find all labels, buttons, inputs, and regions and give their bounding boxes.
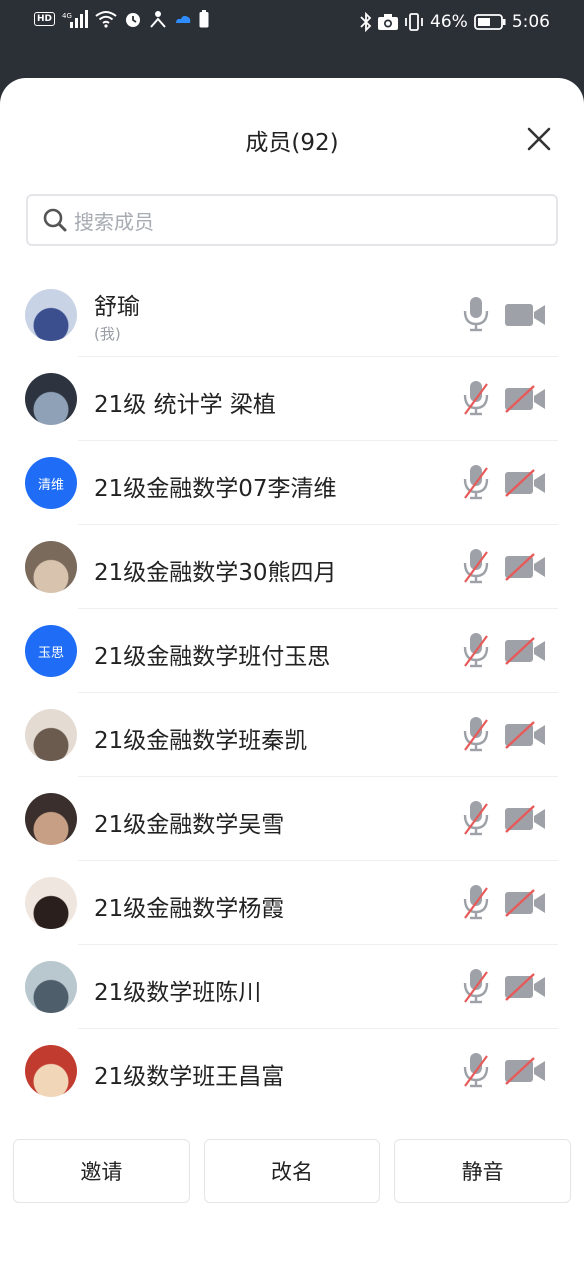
member-name: 21级 统计学 梁植 (94, 392, 276, 418)
member-row[interactable]: 清维 21级金融数学07李清维 (0, 441, 584, 525)
member-row[interactable]: 21级 统计学 梁植 (0, 357, 584, 441)
avatar (25, 1045, 77, 1097)
member-name: 21级数学班王昌富 (94, 1064, 285, 1090)
status-bar: HD 4G 46% 5:06 (0, 0, 584, 48)
avatar: 玉思 (25, 625, 77, 677)
signal-icon: 4G (62, 10, 89, 28)
member-name: 21级金融数学吴雪 (94, 812, 285, 838)
battery-small-icon (199, 10, 209, 28)
avatar (25, 541, 77, 593)
camera-off-icon[interactable] (504, 889, 546, 917)
member-name: 21级金融数学杨霞 (94, 896, 285, 922)
mic-muted-icon[interactable] (462, 800, 490, 836)
camera-icon[interactable] (504, 301, 546, 329)
member-name: 21级金融数学07李清维 (94, 476, 337, 502)
camera-off-icon[interactable] (504, 553, 546, 581)
mic-muted-icon[interactable] (462, 884, 490, 920)
bluetooth-icon (360, 12, 372, 32)
member-name: 21级金融数学30熊四月 (94, 560, 337, 586)
camera-off-icon[interactable] (504, 1057, 546, 1085)
mic-muted-icon[interactable] (462, 632, 490, 668)
alarm-icon (126, 13, 141, 27)
member-row[interactable]: 21级数学班王昌富 (0, 1029, 584, 1113)
search-input[interactable]: 搜索成员 (26, 194, 558, 246)
sheet-title: 成员(92) (245, 130, 339, 156)
mic-icon[interactable] (462, 296, 490, 332)
avatar: 清维 (25, 457, 77, 509)
mic-muted-icon[interactable] (462, 464, 490, 500)
mic-muted-icon[interactable] (462, 968, 490, 1004)
status-right-icons: 46% 5:06 (360, 12, 550, 32)
search-icon (43, 208, 67, 232)
member-row[interactable]: 玉思 21级金融数学班付玉思 (0, 609, 584, 693)
invite-button[interactable]: 邀请 (13, 1139, 190, 1203)
mic-muted-icon[interactable] (462, 380, 490, 416)
rename-button[interactable]: 改名 (203, 1139, 381, 1203)
camera-off-icon[interactable] (504, 973, 546, 1001)
avatar (25, 961, 77, 1013)
avatar (25, 877, 77, 929)
action-bar: 邀请 改名 静音 (13, 1139, 572, 1203)
search-placeholder: 搜索成员 (74, 209, 154, 234)
members-sheet: 成员(92) 搜索成员 舒瑜 (我) 21级 统计学 梁植 清维 21级金融数学07… (0, 78, 584, 1264)
mic-muted-icon[interactable] (462, 1052, 490, 1088)
close-icon[interactable] (524, 124, 554, 154)
wifi-icon (95, 11, 117, 28)
member-list: 舒瑜 (我) 21级 统计学 梁植 清维 21级金融数学07李清维 21级金融数学3… (0, 273, 584, 1113)
member-row[interactable]: 21级金融数学班秦凯 (0, 693, 584, 777)
status-left-icons: HD 4G (34, 10, 209, 28)
member-row[interactable]: 21级金融数学吴雪 (0, 777, 584, 861)
avatar (25, 373, 77, 425)
member-name: 21级数学班陈川 (94, 980, 262, 1006)
hd-icon: HD (34, 12, 56, 26)
camera-off-icon[interactable] (504, 721, 546, 749)
battery-percent: 46% (430, 12, 468, 32)
camera-off-icon[interactable] (504, 469, 546, 497)
member-row[interactable]: 21级金融数学杨霞 (0, 861, 584, 945)
battery-icon (473, 14, 506, 30)
member-row[interactable]: 21级金融数学30熊四月 (0, 525, 584, 609)
mic-muted-icon[interactable] (462, 716, 490, 752)
clock: 5:06 (511, 12, 550, 32)
member-row[interactable]: 21级数学班陈川 (0, 945, 584, 1029)
camera-status-icon (378, 14, 399, 30)
member-name: 21级金融数学班秦凯 (94, 728, 308, 754)
avatar (25, 289, 77, 341)
member-row[interactable]: 舒瑜 (我) (0, 273, 584, 357)
mic-muted-icon[interactable] (462, 548, 490, 584)
camera-off-icon[interactable] (504, 385, 546, 413)
member-name: 21级金融数学班付玉思 (94, 644, 331, 670)
avatar (25, 793, 77, 845)
person-icon (150, 11, 166, 28)
avatar (25, 709, 77, 761)
mute-button[interactable]: 静音 (394, 1139, 572, 1203)
member-self-tag: (我) (94, 325, 121, 343)
vibrate-icon (405, 13, 423, 31)
camera-off-icon[interactable] (504, 637, 546, 665)
camera-off-icon[interactable] (504, 805, 546, 833)
cloud-icon (176, 15, 191, 23)
svg-text:4G: 4G (62, 12, 72, 20)
member-name: 舒瑜 (94, 294, 140, 320)
